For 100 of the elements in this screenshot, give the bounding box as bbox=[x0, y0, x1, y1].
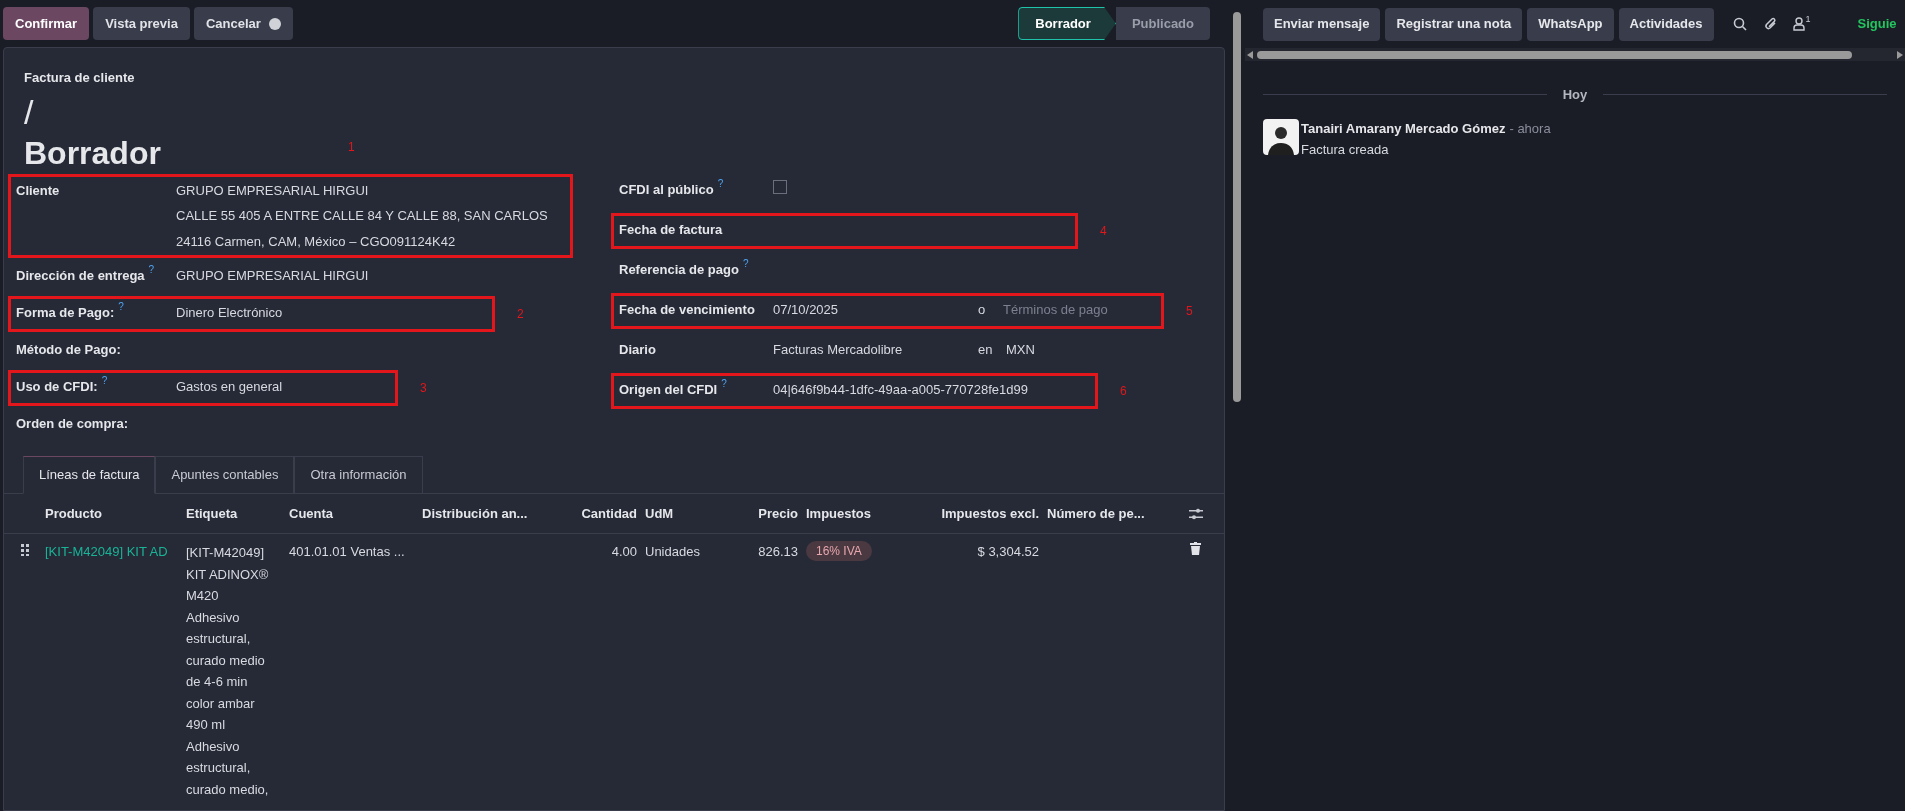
label-line: estructural, bbox=[186, 759, 252, 777]
date-field[interactable]: 07/10/2025 bbox=[773, 299, 978, 319]
invoice-number: / bbox=[23, 91, 35, 132]
table-cell: 401.01.01 Ventas ... bbox=[289, 544, 405, 559]
follow-button[interactable]: Siguie bbox=[1857, 14, 1897, 34]
checkbox[interactable] bbox=[773, 179, 787, 194]
field-label: Referencia de pago bbox=[619, 261, 739, 277]
field-value[interactable]: GRUPO EMPRESARIAL HIRGUI bbox=[176, 266, 369, 286]
field-label: Cliente bbox=[16, 182, 60, 198]
status-step[interactable]: Publicado bbox=[1115, 7, 1210, 40]
column-header[interactable]: Distribución an... bbox=[422, 505, 528, 521]
table-cell: 4.00 bbox=[611, 544, 637, 559]
chatter-button[interactable]: Registrar una nota bbox=[1385, 7, 1523, 41]
invoice-state: Borrador bbox=[23, 133, 162, 172]
column-header[interactable]: UdM bbox=[645, 505, 674, 521]
label-line: M420 bbox=[186, 587, 220, 605]
field-value[interactable]: 04|646f9b44-1dfc-49aa-a005-770728fe1d99 bbox=[773, 379, 1028, 399]
status-step[interactable]: Borrador bbox=[1018, 7, 1116, 40]
field-value[interactable]: Dinero Electrónico bbox=[176, 303, 283, 323]
table-cell: Unidades bbox=[645, 544, 700, 559]
payment-terms-field[interactable]: Términos de pago bbox=[1003, 299, 1153, 319]
tab[interactable]: Otra información bbox=[294, 456, 423, 494]
field-label: Fecha de vencimiento bbox=[619, 301, 755, 317]
label-line: curado medio, bbox=[186, 780, 270, 799]
paperclip-icon[interactable] bbox=[1763, 16, 1778, 32]
message-time: - ahora bbox=[1509, 119, 1551, 138]
tab[interactable]: Apuntes contables bbox=[155, 456, 295, 494]
field-label: CFDI al público bbox=[619, 181, 714, 197]
label-line: [KIT-M42049] bbox=[186, 544, 266, 562]
column-header[interactable]: Cuenta bbox=[289, 505, 334, 521]
field-label: Fecha de factura bbox=[619, 221, 723, 237]
label-line: Adhesivo bbox=[186, 737, 241, 756]
help-icon[interactable]: ? bbox=[148, 264, 155, 275]
field-label: Forma de Pago: bbox=[16, 305, 115, 320]
action-button[interactable]: Cancelar bbox=[193, 7, 293, 40]
in-text: en bbox=[978, 340, 994, 359]
column-header[interactable]: Impuestos bbox=[806, 505, 871, 521]
label-line: 490 ml bbox=[186, 716, 227, 734]
person-icon[interactable] bbox=[1792, 17, 1805, 31]
avatar bbox=[1263, 118, 1299, 155]
label-line: de 4-6 min bbox=[186, 673, 249, 691]
annotation-number: 1 bbox=[348, 138, 355, 156]
annotation-number: 3 bbox=[420, 380, 427, 397]
label-line: color ambar bbox=[186, 694, 256, 713]
currency-field[interactable]: MXN bbox=[1006, 339, 1035, 359]
scroll-right-icon bbox=[1897, 50, 1903, 59]
journal-field[interactable]: Facturas Mercadolibre bbox=[773, 339, 978, 359]
field-value[interactable]: Gastos en general bbox=[176, 377, 283, 397]
chatter-button[interactable]: WhatsApp bbox=[1527, 7, 1614, 41]
label-line: curado medio bbox=[186, 651, 266, 670]
field-value[interactable]: CALLE 55 405 A ENTRE CALLE 84 Y CALLE 88, SAN CARLOS bbox=[176, 206, 548, 226]
annotation-number: 6 bbox=[1120, 382, 1127, 400]
column-header[interactable]: Número de pe... bbox=[1047, 505, 1145, 521]
follower-count: 1 bbox=[1805, 13, 1811, 26]
table-cell: 826.13 bbox=[758, 544, 798, 559]
help-icon[interactable]: ? bbox=[101, 375, 108, 386]
help-icon[interactable]: ? bbox=[742, 257, 749, 269]
label-line: KIT ADINOX® bbox=[186, 565, 270, 584]
scroll-left-icon bbox=[1247, 50, 1253, 59]
tax-tag[interactable]: 16% IVA bbox=[806, 541, 872, 561]
help-icon[interactable]: ? bbox=[717, 177, 724, 189]
chatter-button[interactable]: Actividades bbox=[1618, 7, 1714, 41]
help-icon[interactable]: ? bbox=[118, 301, 124, 312]
message-author[interactable]: Tanairi Amarany Mercado Gómez bbox=[1301, 118, 1506, 138]
field-label: Orden de compra: bbox=[16, 416, 128, 431]
field-label: Dirección de entrega bbox=[16, 268, 145, 283]
action-button[interactable]: Confirmar bbox=[3, 7, 90, 40]
date-separator: Hoy bbox=[1562, 86, 1588, 104]
field-label: Uso de CFDI: bbox=[16, 379, 98, 394]
field-label: Diario bbox=[619, 341, 656, 357]
column-header[interactable]: Etiqueta bbox=[186, 505, 238, 521]
help-icon[interactable]: ? bbox=[721, 377, 727, 389]
column-header[interactable]: Impuestos excl. bbox=[941, 505, 1039, 521]
or-text: o bbox=[978, 300, 987, 319]
label-line: estructural, bbox=[186, 630, 252, 648]
annotation-number: 2 bbox=[517, 306, 524, 323]
field-value[interactable]: GRUPO EMPRESARIAL HIRGUI bbox=[176, 180, 548, 200]
drag-handle-icon[interactable] bbox=[20, 544, 29, 556]
label-line: Adhesivo bbox=[186, 608, 241, 627]
document-type: Factura de cliente bbox=[23, 69, 136, 87]
column-header[interactable]: Precio bbox=[758, 505, 798, 521]
field-label: Origen del CFDI bbox=[619, 381, 718, 397]
annotation-number: 5 bbox=[1186, 302, 1193, 320]
scrollbar-thumb[interactable] bbox=[1232, 12, 1241, 402]
tab[interactable]: Líneas de factura bbox=[23, 456, 156, 494]
column-settings-icon[interactable] bbox=[1188, 507, 1203, 520]
delete-icon[interactable] bbox=[1190, 542, 1201, 555]
user-icon bbox=[268, 17, 281, 30]
column-header[interactable]: Cantidad bbox=[581, 505, 637, 521]
field-value[interactable]: 24116 Carmen, CAM, México – CGO091124K42 bbox=[176, 231, 548, 251]
table-cell: $ 3,304.52 bbox=[977, 544, 1039, 559]
action-button[interactable]: Vista previa bbox=[93, 7, 190, 40]
column-header[interactable]: Producto bbox=[45, 505, 103, 521]
scrollbar-thumb[interactable] bbox=[1257, 50, 1852, 59]
search-icon[interactable] bbox=[1732, 17, 1747, 31]
annotation-number: 4 bbox=[1100, 222, 1107, 240]
message-body: Factura creada bbox=[1301, 141, 1390, 159]
chatter-button[interactable]: Enviar mensaje bbox=[1263, 7, 1381, 41]
field-label: Método de Pago: bbox=[16, 342, 121, 357]
product-link[interactable]: [KIT-M42049] KIT AD bbox=[45, 544, 168, 559]
